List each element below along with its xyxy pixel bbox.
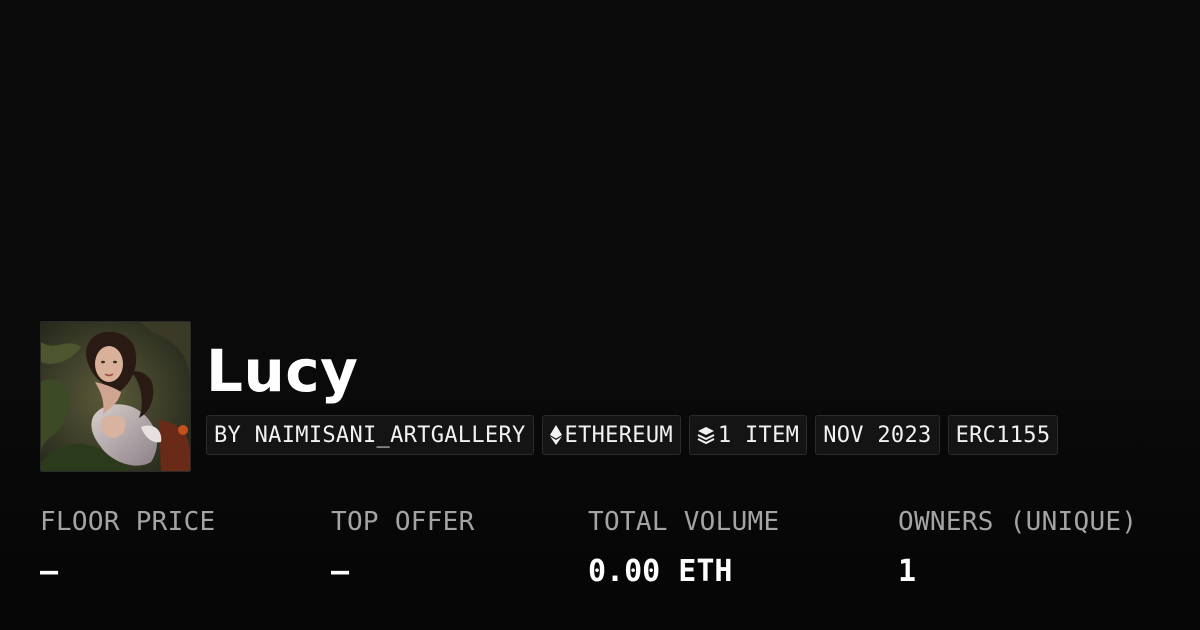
floor-price-stat: FLOOR PRICE – — [40, 505, 216, 589]
collection-card: Lucy BY NAIMISANI_ARTGALLERY ETHEREUM 1 … — [0, 0, 1200, 630]
top-offer-stat: TOP OFFER – — [331, 505, 475, 589]
creator-tag[interactable]: BY NAIMISANI_ARTGALLERY — [206, 415, 534, 455]
created-date-tag: NOV 2023 — [815, 415, 940, 455]
created-date-tag-label: NOV 2023 — [823, 422, 932, 448]
collection-title: Lucy — [206, 337, 359, 405]
top-offer-label: TOP OFFER — [331, 507, 475, 537]
item-count-tag[interactable]: 1 ITEM — [688, 415, 808, 455]
floor-price-label: FLOOR PRICE — [40, 507, 216, 537]
total-volume-value: 0.00 ETH — [588, 554, 733, 589]
collection-artwork-image — [41, 322, 190, 471]
floor-price-value: – — [40, 554, 59, 589]
collection-thumbnail[interactable] — [40, 321, 191, 472]
total-volume-stat: TOTAL VOLUME 0.00 ETH — [588, 505, 779, 589]
owners-label: OWNERS (UNIQUE) — [898, 507, 1138, 537]
creator-tag-label: BY NAIMISANI_ARTGALLERY — [214, 422, 526, 448]
owners-stat: OWNERS (UNIQUE) 1 — [898, 505, 1137, 589]
token-standard-tag: ERC1155 — [947, 415, 1059, 455]
layers-icon — [697, 426, 715, 444]
top-offer-value: – — [331, 554, 350, 589]
ethereum-icon — [549, 425, 562, 445]
item-count-tag-label: 1 ITEM — [717, 422, 800, 448]
token-standard-tag-label: ERC1155 — [955, 422, 1051, 448]
chain-tag[interactable]: ETHEREUM — [541, 415, 681, 455]
total-volume-label: TOTAL VOLUME — [588, 507, 780, 537]
collection-tags: BY NAIMISANI_ARTGALLERY ETHEREUM 1 ITEM — [206, 415, 1059, 455]
chain-tag-label: ETHEREUM — [564, 422, 673, 448]
owners-value: 1 — [898, 554, 917, 589]
